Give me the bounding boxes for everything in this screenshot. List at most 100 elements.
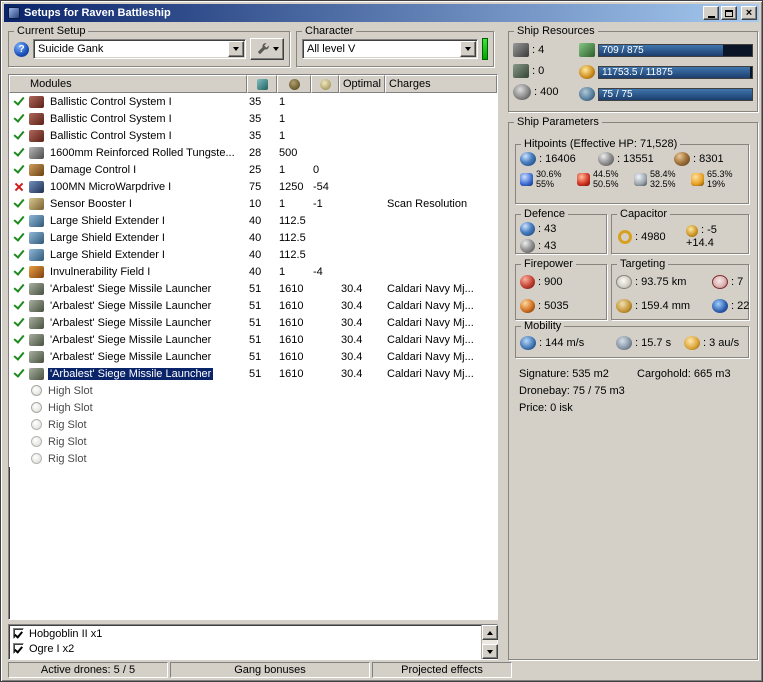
module-type-icon (31, 402, 42, 413)
charges-column-header[interactable]: Charges (385, 75, 497, 93)
module-status-icon (9, 348, 29, 365)
module-name-text: Invulnerability Field I (50, 265, 151, 278)
module-name-text: Rig Slot (48, 452, 87, 465)
shield-resist-value: 65.3% (707, 169, 733, 179)
damage-type-icon (691, 172, 704, 186)
drone-row[interactable]: Ogre I x2 (9, 641, 481, 656)
module-row[interactable]: 'Arbalest' Siege Missile Launcher 51 161… (9, 348, 497, 365)
firepower-group: Firepower : 900 : 5035 (515, 258, 607, 320)
module-row[interactable]: High Slot (9, 399, 497, 416)
scroll-down-button[interactable] (482, 644, 498, 659)
cpu-column-header[interactable] (247, 75, 277, 93)
module-row[interactable]: Sensor Booster I 10 1 -1 Scan Resolution (9, 195, 497, 212)
module-cpu-value: 40 (249, 265, 262, 278)
mobility-group: Mobility : 144 m/s : 15.7 s : 3 au/s (515, 320, 749, 358)
module-row[interactable]: Rig Slot (9, 433, 497, 450)
module-row[interactable]: Ballistic Control System I 35 1 (9, 110, 497, 127)
module-name-text: 'Arbalest' Siege Missile Launcher (50, 350, 212, 363)
structure-hp-icon (674, 152, 690, 166)
resistance-cluster: 65.3% 19% (691, 169, 748, 189)
module-row[interactable]: 1600mm Reinforced Rolled Tungste... 28 5… (9, 144, 497, 161)
armor-resist-value: 32.5% (650, 179, 676, 189)
module-cpu-value: 35 (249, 95, 262, 108)
upgrade-capacity-icon (579, 87, 595, 101)
max-targets-icon (712, 275, 728, 289)
module-row[interactable]: Ballistic Control System I 35 1 (9, 93, 497, 110)
setup-combobox[interactable]: Suicide Gank (33, 39, 246, 59)
close-button[interactable]: × (741, 6, 757, 20)
setup-combobox-arrow[interactable] (228, 41, 244, 57)
module-row[interactable]: 'Arbalest' Siege Missile Launcher 51 161… (9, 331, 497, 348)
module-row[interactable]: Ballistic Control System I 35 1 (9, 127, 497, 144)
module-row[interactable]: Invulnerability Field I 40 1 -4 (9, 263, 497, 280)
character-combobox-arrow[interactable] (460, 41, 476, 57)
arrow-up-icon (487, 630, 493, 635)
module-name: 100MN MicroWarpdrive I (48, 181, 247, 193)
module-powergrid-value: 112.5 (279, 214, 306, 227)
character-combobox[interactable]: All level V (302, 39, 478, 59)
module-row[interactable]: Large Shield Extender I 40 112.5 (9, 229, 497, 246)
module-cpu-value: 40 (249, 231, 262, 244)
module-row[interactable]: 100MN MicroWarpdrive I 75 1250 -54 (9, 178, 497, 195)
capacitor-icon (319, 78, 331, 90)
structure-hp-value: : 8301 (693, 153, 724, 165)
status-gang-bonuses[interactable]: Gang bonuses (170, 662, 370, 678)
upgrade-bar-text: 75 / 75 (602, 88, 633, 100)
module-powergrid-value: 1 (279, 163, 286, 176)
module-name-text: High Slot (48, 384, 93, 397)
drones-scrollbar[interactable] (481, 625, 498, 659)
module-status-icon (9, 382, 29, 399)
module-status-icon (9, 127, 29, 144)
modules-column-header[interactable]: Modules (9, 75, 247, 93)
module-name: Ballistic Control System I (48, 130, 247, 142)
module-cap-value: -54 (313, 180, 329, 193)
drone-checkbox[interactable] (13, 643, 24, 654)
module-row[interactable]: 'Arbalest' Siege Missile Launcher 51 161… (9, 297, 497, 314)
module-row[interactable]: 'Arbalest' Siege Missile Launcher 51 161… (9, 365, 497, 382)
module-name-text: 1600mm Reinforced Rolled Tungste... (50, 146, 235, 159)
drones-listbox: Hobgoblin II x1 Ogre I x2 (8, 624, 498, 660)
cargohold-value: Cargohold: 665 m3 (637, 368, 731, 380)
modules-column-label: Modules (30, 78, 72, 90)
scroll-up-button[interactable] (482, 625, 498, 640)
optimal-column-header[interactable]: Optimal (339, 75, 385, 93)
module-row[interactable]: Large Shield Extender I 40 112.5 (9, 246, 497, 263)
powergrid-column-header[interactable] (277, 75, 311, 93)
module-status-icon (9, 433, 29, 450)
character-label: Character (305, 25, 354, 37)
module-row[interactable]: Rig Slot (9, 416, 497, 433)
module-row[interactable]: High Slot (9, 382, 497, 399)
charges-column-label: Charges (389, 78, 431, 90)
module-powergrid-value: 1610 (279, 299, 304, 312)
eft-window: Setups for Raven Battleship × Current Se… (0, 0, 763, 682)
targeting-range-icon (616, 275, 632, 289)
minimize-button[interactable] (703, 6, 719, 20)
module-status-icon (9, 450, 29, 467)
calibration-icon (513, 83, 531, 100)
module-optimal-value: 30.4 (341, 333, 363, 346)
help-icon[interactable]: ? (14, 41, 29, 57)
maximize-button[interactable] (721, 6, 737, 20)
module-status-icon (9, 365, 29, 382)
module-name-text: High Slot (48, 401, 93, 414)
current-setup-label: Current Setup (17, 25, 86, 37)
armor-resist-value: 19% (707, 179, 726, 189)
character-combobox-value: All level V (307, 43, 356, 55)
modules-header: Modules Optimal Charges (9, 75, 497, 93)
module-row[interactable]: 'Arbalest' Siege Missile Launcher 51 161… (9, 280, 497, 297)
module-row[interactable]: Rig Slot (9, 450, 497, 467)
drone-checkbox[interactable] (13, 628, 24, 639)
module-cpu-value: 51 (249, 316, 262, 329)
resistance-cluster: 58.4% 32.5% (634, 169, 691, 189)
module-row[interactable]: Damage Control I 25 1 0 (9, 161, 497, 178)
title-bar[interactable]: Setups for Raven Battleship × (4, 4, 759, 22)
resistances-row: 30.6% 55% 44.5% 50.5% 58.4% 32.5% 65.3% … (516, 166, 748, 189)
module-row[interactable]: 'Arbalest' Siege Missile Launcher 51 161… (9, 314, 497, 331)
module-row[interactable]: Large Shield Extender I 40 112.5 (9, 212, 497, 229)
powergrid-bar-text: 11753.5 / 11875 (602, 66, 673, 78)
setup-tools-button[interactable] (250, 38, 284, 60)
drone-row[interactable]: Hobgoblin II x1 (9, 626, 481, 641)
capacitor-column-header[interactable] (311, 75, 339, 93)
status-projected-effects[interactable]: Projected effects (372, 662, 512, 678)
module-cap-value: -4 (313, 265, 323, 278)
